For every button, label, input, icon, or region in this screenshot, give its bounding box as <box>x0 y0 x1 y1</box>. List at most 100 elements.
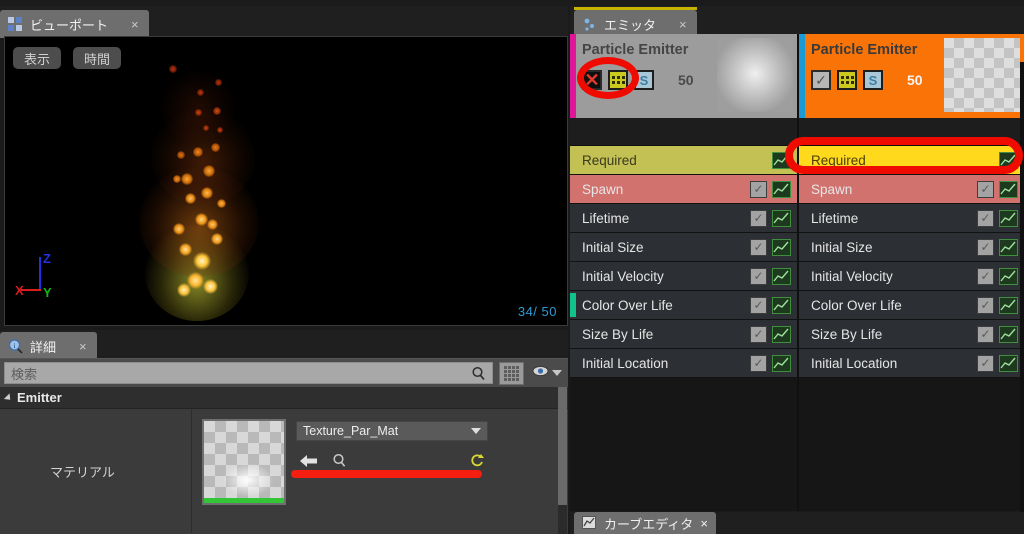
tab-viewport-label: ビューポート <box>30 17 109 33</box>
expander-triangle-icon[interactable] <box>3 392 14 403</box>
details-toolbar: 検索 <box>0 359 568 387</box>
curve-icon[interactable] <box>999 296 1018 314</box>
module-list-0: Required Spawn ✓ Lifetime ✓ Initial Size… <box>570 146 797 378</box>
emitter-thumbnail[interactable] <box>944 38 1020 112</box>
curve-icon[interactable] <box>999 354 1018 372</box>
module-enable-checkbox[interactable]: ✓ <box>977 267 994 285</box>
module-row-color-over-life[interactable]: Color Over Life ✓ <box>799 291 1024 320</box>
curve-icon[interactable] <box>772 354 791 372</box>
search-placeholder: 検索 <box>11 366 38 382</box>
viewport-time-button[interactable]: 時間 <box>73 47 122 69</box>
module-enable-checkbox[interactable]: ✓ <box>750 238 767 256</box>
emitter-solo-icon[interactable]: S <box>863 70 883 90</box>
details-section-emitter[interactable]: Emitter <box>0 387 568 409</box>
curve-icon[interactable] <box>772 296 791 314</box>
module-enable-checkbox[interactable]: ✓ <box>750 325 767 343</box>
curve-icon[interactable] <box>772 238 791 256</box>
details-scrollbar[interactable] <box>558 387 567 534</box>
module-row-spawn[interactable]: Spawn ✓ <box>570 175 797 204</box>
details-section-title: Emitter <box>17 390 62 405</box>
curve-icon[interactable] <box>999 151 1018 169</box>
search-input[interactable]: 検索 <box>4 362 493 384</box>
module-label: Color Over Life <box>811 297 902 313</box>
material-dropdown[interactable]: Texture_Par_Mat <box>296 421 488 441</box>
module-enable-checkbox[interactable]: ✓ <box>977 354 994 372</box>
module-row-initial-velocity[interactable]: Initial Velocity ✓ <box>570 262 797 291</box>
module-enable-checkbox[interactable]: ✓ <box>977 180 994 198</box>
module-enable-checkbox[interactable]: ✓ <box>977 325 994 343</box>
emitter-spacer <box>799 118 1024 146</box>
emitter-thumbnail[interactable] <box>717 38 793 112</box>
module-label: Spawn <box>582 181 624 197</box>
module-enable-checkbox[interactable]: ✓ <box>750 267 767 285</box>
chevron-down-icon <box>552 364 562 382</box>
module-row-spawn[interactable]: Spawn ✓ <box>799 175 1024 204</box>
emitter-lod-icon[interactable] <box>837 70 857 90</box>
module-list-1: Required Spawn ✓ Lifetime ✓ Initial Size… <box>799 146 1024 378</box>
tab-curve-editor[interactable]: カーブエディタ × <box>574 512 716 534</box>
curve-icon[interactable] <box>999 180 1018 198</box>
visibility-options-button[interactable] <box>530 362 564 385</box>
curve-icon[interactable] <box>999 238 1018 256</box>
back-arrow-icon[interactable] <box>300 454 318 473</box>
emitter-side-marker <box>799 34 805 118</box>
module-enable-checkbox[interactable]: ✓ <box>750 296 767 314</box>
emitter-header-0[interactable]: Particle Emitter ✕ S 50 <box>570 34 797 118</box>
curve-icon[interactable] <box>772 180 791 198</box>
module-row-initial-size[interactable]: Initial Size ✓ <box>799 233 1024 262</box>
curve-icon[interactable] <box>772 209 791 227</box>
module-label: Initial Size <box>582 239 644 255</box>
module-enable-checkbox[interactable]: ✓ <box>977 296 994 314</box>
emitter-lod-icon[interactable] <box>608 70 628 90</box>
module-row-color-over-life[interactable]: Color Over Life ✓ <box>570 291 797 320</box>
curve-icon[interactable] <box>999 209 1018 227</box>
curve-icon[interactable] <box>772 267 791 285</box>
browse-search-icon[interactable] <box>332 453 347 473</box>
module-enable-checkbox[interactable]: ✓ <box>750 354 767 372</box>
module-label: Initial Location <box>811 355 898 371</box>
module-row-required[interactable]: Required <box>799 146 1024 175</box>
curve-icon[interactable] <box>999 267 1018 285</box>
module-row-required[interactable]: Required <box>570 146 797 175</box>
close-icon[interactable]: × <box>679 18 687 31</box>
module-row-lifetime[interactable]: Lifetime ✓ <box>570 204 797 233</box>
material-label: マテリアル <box>0 409 192 533</box>
viewport-canvas[interactable]: 表示 時間 Z Y X 34/ 50 <box>4 36 568 326</box>
emitter-header-1[interactable]: Particle Emitter ✓ S 50 <box>799 34 1024 118</box>
close-icon[interactable]: × <box>131 18 139 31</box>
curve-icon[interactable] <box>772 151 791 169</box>
module-enable-checkbox[interactable]: ✓ <box>750 180 767 198</box>
close-icon[interactable]: × <box>79 340 87 353</box>
tab-details[interactable]: i 詳細 × <box>0 332 97 360</box>
details-body: 検索 Emitter マテリアル Texture_Par_Mat <box>0 358 568 534</box>
active-tab-accent <box>574 7 697 10</box>
emitter-enable-checkbox[interactable]: ✕ <box>582 70 602 90</box>
svg-text:i: i <box>14 342 16 350</box>
module-row-size-by-life[interactable]: Size By Life ✓ <box>570 320 797 349</box>
tab-viewport[interactable]: ビューポート × <box>0 10 149 38</box>
emitter-columns: Particle Emitter ✕ S 50 Required Spawn ✓… <box>570 34 1024 534</box>
module-row-initial-location[interactable]: Initial Location ✓ <box>799 349 1024 378</box>
emitter-solo-icon[interactable]: S <box>634 70 654 90</box>
module-row-initial-velocity[interactable]: Initial Velocity ✓ <box>799 262 1024 291</box>
reset-arrow-icon[interactable] <box>471 453 484 473</box>
module-label: Size By Life <box>811 326 883 342</box>
module-row-initial-size[interactable]: Initial Size ✓ <box>570 233 797 262</box>
module-enable-checkbox[interactable]: ✓ <box>977 209 994 227</box>
curve-icon[interactable] <box>999 325 1018 343</box>
emitter-scrollbar[interactable] <box>1020 62 1024 534</box>
module-row-size-by-life[interactable]: Size By Life ✓ <box>799 320 1024 349</box>
emitter-column-0[interactable]: Particle Emitter ✕ S 50 Required Spawn ✓… <box>570 34 797 511</box>
module-enable-checkbox[interactable]: ✓ <box>977 238 994 256</box>
emitter-enable-checkbox[interactable]: ✓ <box>811 70 831 90</box>
module-label: Initial Size <box>811 239 873 255</box>
module-row-initial-location[interactable]: Initial Location ✓ <box>570 349 797 378</box>
material-thumbnail[interactable] <box>202 419 286 505</box>
viewport-display-button[interactable]: 表示 <box>13 47 62 69</box>
module-enable-checkbox[interactable]: ✓ <box>750 209 767 227</box>
curve-icon[interactable] <box>772 325 791 343</box>
module-row-lifetime[interactable]: Lifetime ✓ <box>799 204 1024 233</box>
close-icon[interactable]: × <box>700 516 708 531</box>
grid-view-icon[interactable] <box>499 361 524 385</box>
emitter-column-1[interactable]: Particle Emitter ✓ S 50 Required Spawn ✓… <box>797 34 1024 511</box>
